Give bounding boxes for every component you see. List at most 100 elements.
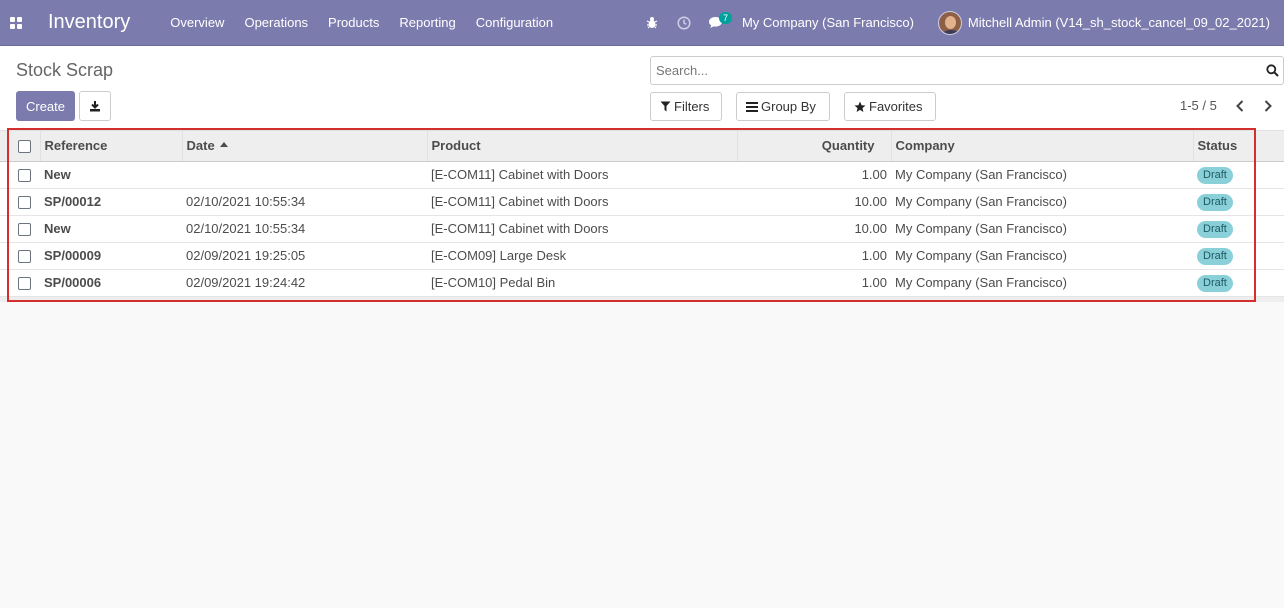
row-company: My Company (San Francisco) <box>895 221 1067 236</box>
row-product: [E-COM09] Large Desk <box>431 248 567 263</box>
group-by-label: Group By <box>761 99 816 114</box>
row-status-cell: Draft <box>1193 242 1284 269</box>
status-badge: Draft <box>1197 220 1233 238</box>
column-header-product[interactable]: Product <box>427 131 738 162</box>
filters-label: Filters <box>674 99 710 114</box>
status-badge: Draft <box>1197 274 1233 292</box>
row-quantity: 10.00 <box>854 221 887 236</box>
menu-item-configuration[interactable]: Configuration <box>466 0 563 46</box>
table-row[interactable]: New 02/10/2021 10:55:34 [E-COM11] Cabine… <box>0 215 1284 242</box>
menu-item-reporting[interactable]: Reporting <box>389 0 465 46</box>
scrap-table: Reference Date Product Quantity Company … <box>0 131 1284 297</box>
menu-item-products[interactable]: Products <box>318 0 389 46</box>
menu-item-operations[interactable]: Operations <box>234 0 318 46</box>
row-reference: SP/00006 <box>44 275 102 290</box>
row-select-cell <box>0 215 40 242</box>
status-badge: Draft <box>1197 193 1233 211</box>
row-product: [E-COM10] Pedal Bin <box>431 275 556 290</box>
row-quantity: 1.00 <box>861 275 887 290</box>
download-icon <box>90 101 100 112</box>
row-reference: New <box>44 167 71 182</box>
row-date: 02/09/2021 19:25:05 <box>186 248 306 263</box>
table-row[interactable]: SP/00006 02/09/2021 19:24:42 [E-COM10] P… <box>0 269 1284 296</box>
create-button[interactable]: Create <box>16 91 75 121</box>
table-row[interactable]: SP/00012 02/10/2021 10:55:34 [E-COM11] C… <box>0 188 1284 215</box>
page-title: Stock Scrap <box>16 60 114 80</box>
pager-next-button[interactable] <box>1257 94 1279 118</box>
row-checkbox[interactable] <box>18 196 31 210</box>
column-header-date-label: Date <box>186 138 215 154</box>
row-date: 02/09/2021 19:24:42 <box>186 275 306 290</box>
messages-count-badge: 7 <box>718 11 732 24</box>
row-status-cell: Draft <box>1193 215 1284 242</box>
chat-icon[interactable]: 7 <box>700 0 732 46</box>
table-header-row: Reference Date Product Quantity Company … <box>0 131 1284 162</box>
sort-ascending-icon <box>219 142 228 148</box>
row-company: My Company (San Francisco) <box>895 248 1067 263</box>
row-quantity: 1.00 <box>861 167 887 182</box>
menu-item-overview[interactable]: Overview <box>160 0 234 46</box>
favorites-label: Favorites <box>869 99 923 114</box>
row-company: My Company (San Francisco) <box>895 275 1067 290</box>
app-name[interactable]: Inventory <box>48 11 130 34</box>
control-panel: Stock Scrap Create Filters Group By Favo… <box>0 46 1284 131</box>
export-button[interactable] <box>79 91 111 121</box>
bars-icon <box>746 101 758 112</box>
row-date: 02/10/2021 10:55:34 <box>186 221 306 236</box>
row-product: [E-COM11] Cabinet with Doors <box>431 194 609 209</box>
table-row[interactable]: New [E-COM11] Cabinet with Doors 1.00 My… <box>0 161 1284 188</box>
row-status-cell: Draft <box>1193 188 1284 215</box>
main-menu: Overview Operations Products Reporting C… <box>160 0 563 46</box>
row-checkbox[interactable] <box>18 223 31 237</box>
row-select-cell <box>0 242 40 269</box>
row-select-cell <box>0 188 40 215</box>
search-box <box>650 56 1284 85</box>
search-input[interactable] <box>651 57 1261 84</box>
list-view: Reference Date Product Quantity Company … <box>0 131 1284 301</box>
pager-value[interactable]: 1-5 / 5 <box>1180 98 1217 113</box>
apps-grid-icon[interactable] <box>0 0 32 46</box>
row-checkbox[interactable] <box>18 277 31 291</box>
table-footer <box>0 297 1284 302</box>
status-badge: Draft <box>1197 247 1233 265</box>
row-quantity: 10.00 <box>854 194 887 209</box>
column-header-status[interactable]: Status <box>1193 131 1284 162</box>
row-status-cell: Draft <box>1193 161 1284 188</box>
row-select-cell <box>0 269 40 296</box>
row-checkbox[interactable] <box>18 169 31 183</box>
search-icon[interactable] <box>1261 57 1283 84</box>
table-row[interactable]: SP/00009 02/09/2021 19:25:05 [E-COM09] L… <box>0 242 1284 269</box>
row-product: [E-COM11] Cabinet with Doors <box>431 167 609 182</box>
row-status-cell: Draft <box>1193 269 1284 296</box>
row-select-cell <box>0 161 40 188</box>
row-product: [E-COM11] Cabinet with Doors <box>431 221 609 236</box>
clock-icon[interactable] <box>668 0 700 46</box>
column-header-date[interactable]: Date <box>182 131 428 162</box>
avatar <box>937 10 962 35</box>
row-reference: SP/00009 <box>44 248 102 263</box>
bug-icon[interactable] <box>636 0 668 46</box>
pager-previous-button[interactable] <box>1229 94 1251 118</box>
chevron-right-icon <box>1264 100 1272 112</box>
select-all-cell <box>0 131 41 162</box>
row-checkbox[interactable] <box>18 250 31 264</box>
filter-icon <box>660 101 671 112</box>
column-header-company[interactable]: Company <box>891 131 1194 162</box>
row-quantity: 1.00 <box>861 248 887 263</box>
company-switcher[interactable]: My Company (San Francisco) <box>742 15 914 30</box>
top-navbar: Inventory Overview Operations Products R… <box>0 0 1284 46</box>
group-by-button[interactable]: Group By <box>736 92 830 121</box>
status-badge: Draft <box>1197 166 1233 184</box>
row-date <box>182 161 427 188</box>
column-header-quantity[interactable]: Quantity <box>737 131 892 162</box>
select-all-checkbox[interactable] <box>18 140 31 154</box>
favorites-button[interactable]: Favorites <box>844 92 936 121</box>
filters-button[interactable]: Filters <box>650 92 722 121</box>
row-reference: New <box>44 221 71 236</box>
row-company: My Company (San Francisco) <box>895 194 1067 209</box>
column-header-reference[interactable]: Reference <box>40 131 183 162</box>
star-icon <box>854 101 866 113</box>
user-menu[interactable]: Mitchell Admin (V14_sh_stock_cancel_09_0… <box>937 10 1270 35</box>
row-date: 02/10/2021 10:55:34 <box>186 194 306 209</box>
row-reference: SP/00012 <box>44 194 102 209</box>
